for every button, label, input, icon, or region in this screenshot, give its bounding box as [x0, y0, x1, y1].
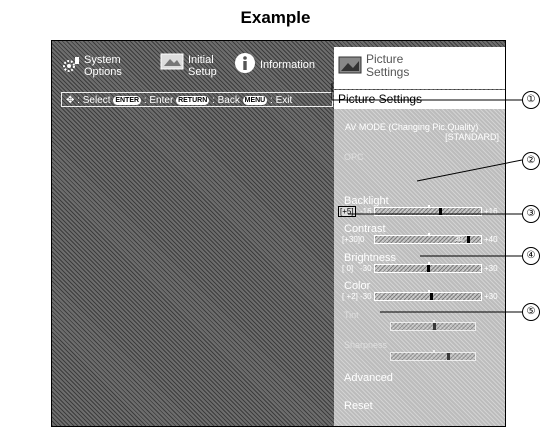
callout-4: ④: [522, 247, 540, 265]
callout-2: ②: [522, 152, 540, 170]
callout-5: ⑤: [522, 303, 540, 321]
callout-3: ③: [522, 205, 540, 223]
callout-1: ①: [522, 91, 540, 109]
